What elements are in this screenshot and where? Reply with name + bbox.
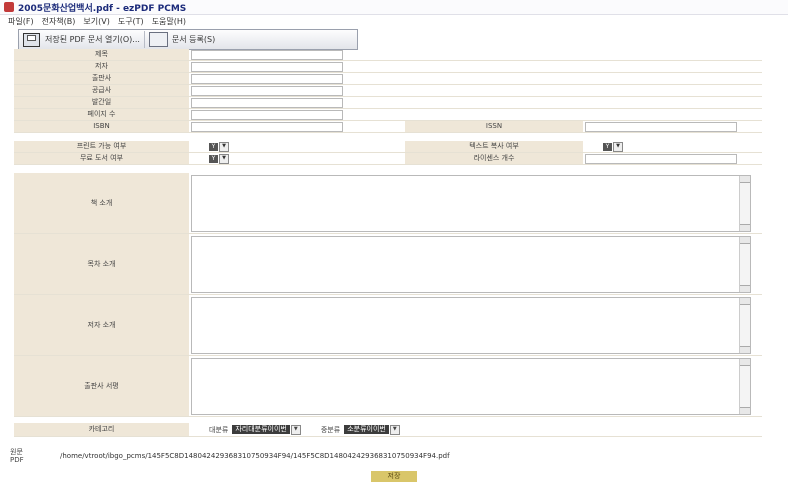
major-category-value: 자리대분류이이번 — [232, 425, 290, 434]
free-book-value: Y — [209, 155, 218, 163]
field-row-isbn: ISBN ISSN — [14, 121, 762, 133]
window-title: 2005문화산업백서.pdf - ezPDF PCMS — [18, 3, 187, 14]
field-row-publisher: 출판사 — [14, 73, 762, 85]
chevron-down-icon: ▼ — [219, 142, 229, 152]
field-label: 출판사 — [14, 73, 189, 84]
field-label: 제목 — [14, 49, 189, 60]
source-pdf-label: 원문 PDF — [10, 448, 24, 464]
scrollbar[interactable] — [739, 176, 750, 231]
field-row-pages: 페이지 수 — [14, 109, 762, 121]
metadata-form: 제목 저자 출판사 공급사 발간일 페이지 수 ISBN ISSN 프린트 가능… — [14, 49, 762, 437]
scrollbar[interactable] — [739, 298, 750, 353]
chevron-down-icon: ▼ — [290, 424, 301, 435]
chevron-down-icon: ▼ — [613, 142, 623, 152]
author-intro-textarea[interactable] — [191, 297, 751, 354]
publish-date-input[interactable] — [191, 98, 343, 108]
book-intro-textarea[interactable] — [191, 175, 751, 232]
author-input[interactable] — [191, 62, 343, 72]
document-icon — [148, 32, 168, 47]
publisher-review-label: 출판사 서평 — [14, 356, 189, 416]
field-label: 공급사 — [14, 85, 189, 96]
publisher-review-textarea[interactable] — [191, 358, 751, 415]
scrollbar[interactable] — [739, 237, 750, 292]
supplier-input[interactable] — [191, 86, 343, 96]
chevron-down-icon: ▼ — [389, 424, 400, 435]
major-category-select[interactable]: 자리대분류이이번 ▼ — [232, 424, 301, 435]
print-allowed-value: Y — [209, 143, 218, 151]
pdf-path-row: 원문 PDF /home/vtroot/ibgo_pcms/145F5C8D14… — [10, 446, 780, 466]
category-row: 카테고리 대분류 자리대분류이이번 ▼ 중분류 소분류이이번 ▼ — [14, 423, 762, 437]
page-count-input[interactable] — [191, 110, 343, 120]
menu-file[interactable]: 파일(F) — [8, 16, 34, 27]
chevron-down-icon: ▼ — [219, 154, 229, 164]
license-count-input[interactable] — [585, 154, 737, 164]
free-book-label: 무료 도서 여부 — [14, 153, 189, 164]
register-document-label: 문서 등록(S) — [171, 35, 216, 44]
free-book-select[interactable]: Y ▼ — [209, 154, 229, 164]
open-saved-pdf-label: 저장된 PDF 문서 열기(O)... — [45, 35, 140, 44]
license-count-label: 라이센스 개수 — [405, 153, 583, 164]
title-input[interactable] — [191, 50, 343, 60]
open-saved-pdf-button[interactable]: 저장된 PDF 문서 열기(O)... — [19, 31, 144, 48]
field-label: 발간일 — [14, 97, 189, 108]
issn-input[interactable] — [585, 122, 737, 132]
minor-category-select[interactable]: 소분류이이번 ▼ — [344, 424, 400, 435]
major-category-label: 대분류 — [209, 425, 229, 434]
textarea-row-book-intro: 책 소개 — [14, 173, 762, 234]
textarea-row-author-intro: 저자 소개 — [14, 295, 762, 356]
register-document-button[interactable]: 문서 등록(S) — [143, 31, 219, 48]
menu-view[interactable]: 보기(V) — [83, 16, 109, 27]
field-label: 저자 — [14, 61, 189, 72]
toc-intro-textarea[interactable] — [191, 236, 751, 293]
option-row-print: 프린트 가능 여부 Y ▼ 텍스트 복사 여부 Y ▼ — [14, 141, 762, 153]
print-allowed-select[interactable]: Y ▼ — [209, 142, 229, 152]
field-row-date: 발간일 — [14, 97, 762, 109]
textarea-row-toc: 목차 소개 — [14, 234, 762, 295]
menu-tools[interactable]: 도구(T) — [118, 16, 144, 27]
isbn-label: ISBN — [14, 121, 189, 132]
minor-category-label: 중분류 — [320, 425, 341, 434]
app-icon — [4, 2, 14, 12]
scrollbar[interactable] — [739, 359, 750, 414]
publisher-input[interactable] — [191, 74, 343, 84]
toc-intro-label: 목차 소개 — [14, 234, 189, 294]
option-row-free: 무료 도서 여부 Y ▼ 라이센스 개수 — [14, 153, 762, 165]
copy-allowed-label: 텍스트 복사 여부 — [405, 141, 583, 152]
field-row-title: 제목 — [14, 49, 762, 61]
book-intro-label: 책 소개 — [14, 173, 189, 233]
copy-allowed-select[interactable]: Y ▼ — [603, 142, 623, 152]
copy-allowed-value: Y — [603, 143, 612, 151]
menu-ebook[interactable]: 전자책(B) — [42, 16, 76, 27]
field-row-author: 저자 — [14, 61, 762, 73]
menu-bar: 파일(F) 전자책(B) 보기(V) 도구(T) 도움말(H) — [0, 15, 788, 28]
print-allowed-label: 프린트 가능 여부 — [14, 141, 189, 152]
source-pdf-path: /home/vtroot/ibgo_pcms/145F5C8D148042429… — [60, 452, 450, 460]
title-bar: 2005문화산업백서.pdf - ezPDF PCMS — [0, 0, 788, 15]
save-disk-icon — [23, 32, 40, 47]
category-label: 카테고리 — [14, 423, 189, 436]
author-intro-label: 저자 소개 — [14, 295, 189, 355]
toolbar: 저장된 PDF 문서 열기(O)... 문서 등록(S) — [18, 29, 358, 50]
save-button[interactable]: 저장 — [371, 471, 417, 482]
minor-category-value: 소분류이이번 — [344, 425, 389, 434]
issn-label: ISSN — [405, 121, 583, 132]
field-row-supplier: 공급사 — [14, 85, 762, 97]
textarea-row-publisher-review: 출판사 서평 — [14, 356, 762, 417]
field-label: 페이지 수 — [14, 109, 189, 120]
isbn-input[interactable] — [191, 122, 343, 132]
menu-help[interactable]: 도움말(H) — [152, 16, 186, 27]
